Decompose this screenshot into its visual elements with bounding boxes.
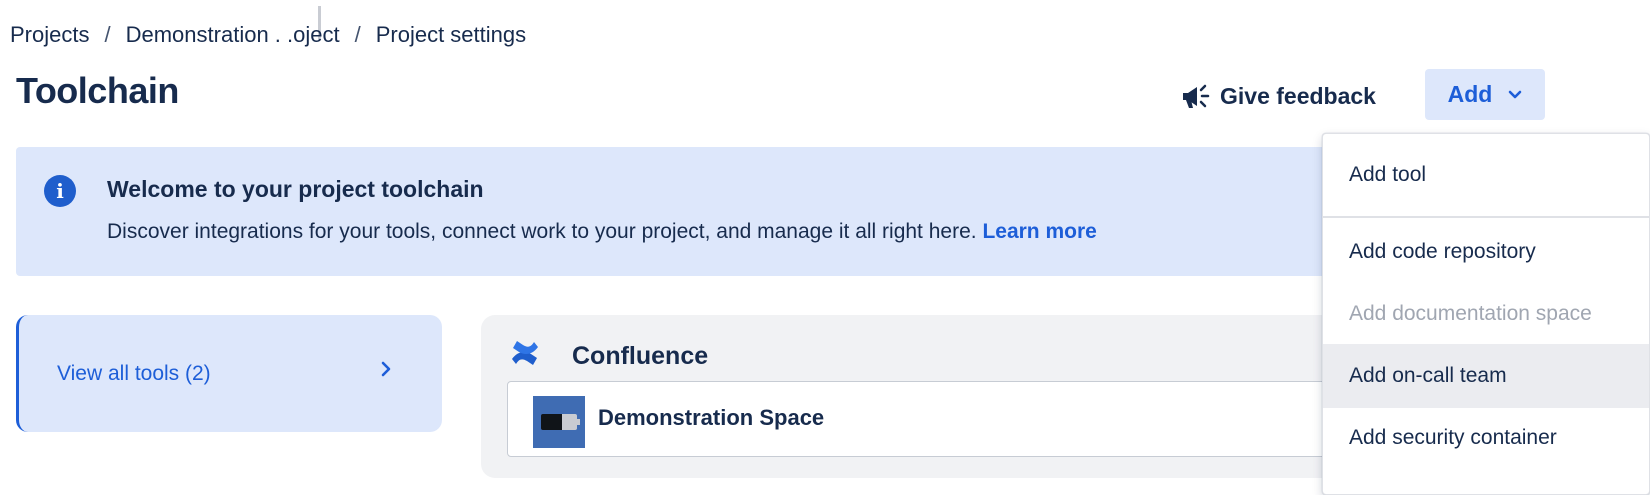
breadcrumb-project-settings[interactable]: Project settings: [376, 22, 526, 48]
chevron-right-icon: [380, 361, 392, 382]
breadcrumb-separator: /: [354, 22, 361, 47]
menu-item-add-tool[interactable]: Add tool: [1323, 143, 1649, 207]
space-list-item[interactable]: Demonstration Space: [507, 381, 1407, 457]
breadcrumb-separator: /: [104, 22, 111, 47]
space-name: Demonstration Space: [598, 405, 825, 430]
megaphone-icon: [1180, 82, 1220, 110]
menu-item-add-code-repository[interactable]: Add code repository: [1323, 220, 1649, 284]
give-feedback-button[interactable]: Give feedback: [1180, 76, 1376, 116]
add-dropdown-menu: Add tool Add code repository Add documen…: [1322, 133, 1650, 495]
banner-title: Welcome to your project toolchain: [107, 176, 484, 202]
info-icon: i: [44, 175, 76, 207]
breadcrumb-projects[interactable]: Projects: [10, 22, 89, 48]
menu-item-add-security-container[interactable]: Add security container: [1323, 406, 1649, 470]
add-button[interactable]: Add: [1425, 69, 1545, 120]
confluence-card: Confluence Demonstration Space: [481, 315, 1407, 478]
chevron-down-icon: [1508, 90, 1522, 100]
menu-divider: [1323, 216, 1649, 218]
view-all-tools-label: View all tools (2): [57, 361, 211, 385]
menu-item-add-on-call-team[interactable]: Add on-call team: [1323, 344, 1649, 408]
view-all-tools-button[interactable]: View all tools (2): [16, 315, 442, 432]
menu-item-add-documentation-space: Add documentation space: [1349, 302, 1592, 325]
page-title: Toolchain: [16, 70, 179, 111]
space-avatar: [533, 396, 585, 448]
confluence-logo-icon: [509, 337, 541, 374]
add-button-label: Add: [1447, 81, 1493, 107]
give-feedback-label: Give feedback: [1220, 82, 1376, 109]
welcome-banner: i Welcome to your project toolchain Disc…: [16, 147, 1356, 276]
battery-icon: [541, 414, 580, 430]
breadcrumb: Projects / Demonstration . .oject / Proj…: [10, 22, 526, 48]
banner-text: Discover integrations for your tools, co…: [107, 220, 1097, 244]
confluence-title: Confluence: [572, 342, 709, 370]
banner-description: Discover integrations for your tools, co…: [107, 220, 977, 243]
breadcrumb-project[interactable]: Demonstration . .oject: [126, 22, 340, 48]
learn-more-link[interactable]: Learn more: [982, 220, 1096, 243]
